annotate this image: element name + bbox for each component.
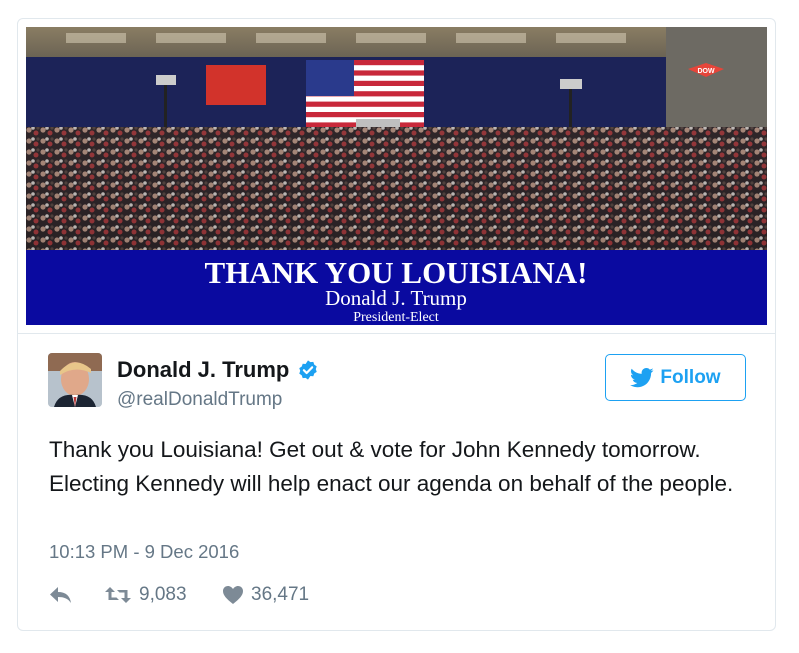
tweet-media-image[interactable]: DOW THANK YOU LOUISIANA! Donald J. Trump… bbox=[26, 27, 767, 325]
profile-photo-icon bbox=[48, 353, 102, 407]
rally-photo: DOW THANK YOU LOUISIANA! Donald J. Trump… bbox=[26, 27, 767, 325]
banner-headline: THANK YOU LOUISIANA! bbox=[205, 255, 588, 290]
tweet-card: DOW THANK YOU LOUISIANA! Donald J. Trump… bbox=[17, 18, 776, 631]
user-handle[interactable]: @realDonaldTrump bbox=[117, 389, 282, 411]
retweet-button[interactable]: 9,083 bbox=[104, 584, 222, 606]
follow-button[interactable]: Follow bbox=[605, 354, 746, 401]
svg-text:DOW: DOW bbox=[697, 68, 715, 75]
banner-name: Donald J. Trump bbox=[325, 286, 467, 310]
tweet-timestamp[interactable]: 10:13 PM - 9 Dec 2016 bbox=[49, 541, 239, 563]
follow-label: Follow bbox=[660, 366, 721, 388]
twitter-bird-icon bbox=[630, 367, 655, 387]
like-button[interactable]: 36,471 bbox=[222, 584, 309, 606]
media-divider bbox=[18, 333, 775, 334]
verified-badge-icon bbox=[299, 360, 318, 380]
retweet-icon bbox=[105, 587, 131, 603]
user-name[interactable]: Donald J. Trump bbox=[117, 357, 289, 383]
tweet-actions: 9,083 36,471 bbox=[49, 584, 309, 606]
banner-subtitle: President-Elect bbox=[353, 310, 439, 325]
tweet-text: Thank you Louisiana! Get out & vote for … bbox=[49, 437, 734, 496]
reply-icon bbox=[50, 587, 71, 603]
user-name-row[interactable]: Donald J. Trump bbox=[117, 357, 319, 383]
avatar[interactable] bbox=[48, 353, 102, 407]
reply-button[interactable] bbox=[49, 586, 104, 604]
like-count: 36,471 bbox=[251, 584, 310, 605]
heart-icon bbox=[223, 586, 243, 604]
retweet-count: 9,083 bbox=[139, 584, 187, 605]
